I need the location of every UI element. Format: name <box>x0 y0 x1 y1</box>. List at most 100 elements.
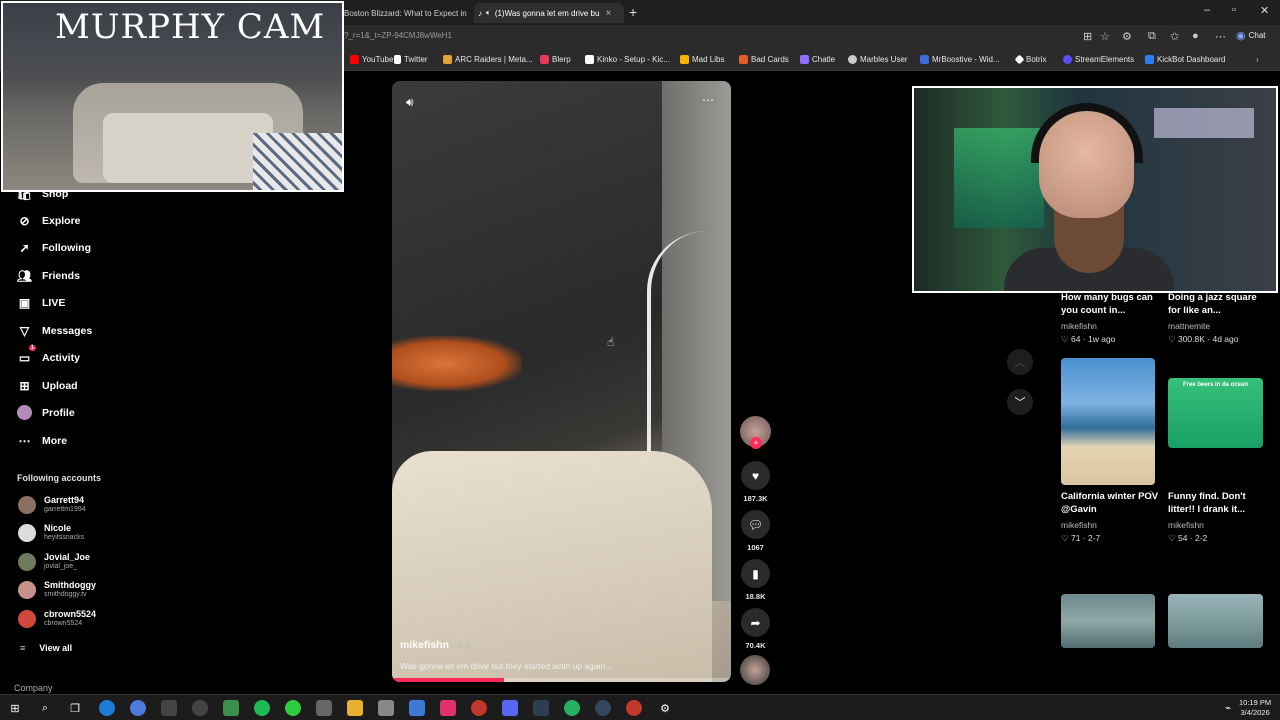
app-icon[interactable] <box>223 700 239 716</box>
app-icon[interactable] <box>626 700 642 716</box>
spotify-icon[interactable] <box>254 700 270 716</box>
folder-icon[interactable] <box>347 700 363 716</box>
bookmark-botrix[interactable]: Botrix <box>1014 54 1046 65</box>
bookmark-mrboostive[interactable]: MrBoostive - Wid... <box>920 55 1000 64</box>
recommendation-title[interactable]: Funny find. Don't litter!! I drank it... <box>1168 490 1268 516</box>
bookmark-arc-raiders[interactable]: ARC Raiders | Meta... <box>443 55 533 64</box>
profile-avatar-icon[interactable]: ● <box>1192 30 1199 42</box>
video-thumbnail-fishing[interactable] <box>1061 594 1155 648</box>
favorites-icon[interactable]: ✩ <box>1170 30 1179 43</box>
bookmarks-overflow-chevron-icon[interactable]: › <box>1256 55 1259 64</box>
extension-icon[interactable]: ⚙ <box>1122 30 1132 43</box>
video-thumbnail-ocean-beer[interactable]: Free beers in da ocean <box>1168 378 1263 448</box>
sidebar-item-more[interactable]: ⋯ More <box>17 433 68 448</box>
view-all-button[interactable]: ≡ View all <box>20 643 72 653</box>
following-account[interactable]: Jovial_Joe jovial_joe_ <box>18 552 90 571</box>
more-options-icon[interactable]: ⋯ <box>702 93 715 107</box>
video-player[interactable]: 🔊︎ ⋯ mikefishn · 2-2 Was gonna let em dr… <box>392 81 731 682</box>
speaker-tab-icon[interactable]: 🔈︎ <box>486 8 491 18</box>
sidebar-item-messages[interactable]: ▽ Messages <box>17 323 92 338</box>
following-account[interactable]: cbrown5524 cbrown5524 <box>18 609 96 628</box>
bookmark-kinko[interactable]: Kinko - Setup - Kic... <box>585 55 670 64</box>
bookmark-kickbot[interactable]: KickBot Dashboard <box>1145 55 1225 64</box>
network-icon[interactable]: ⌁ <box>1220 700 1236 716</box>
video-author[interactable]: mikefishn · 2-2 <box>400 639 470 651</box>
settings-gear-icon[interactable]: ⚙ <box>657 700 673 716</box>
volume-icon[interactable]: 🔊︎ <box>406 95 414 110</box>
app-icon[interactable] <box>285 700 301 716</box>
minimize-icon[interactable]: – <box>1204 4 1210 16</box>
recommendation-author[interactable]: mikefishn <box>1168 520 1204 530</box>
sidebar-item-activity[interactable]: ▭ 1 Activity <box>17 345 80 365</box>
collections-icon[interactable]: ⧉ <box>1148 30 1156 43</box>
following-account[interactable]: Garrett94 garrettm1994 <box>18 495 86 514</box>
bookmark-bad-cards[interactable]: Bad Cards <box>739 55 789 64</box>
following-account[interactable]: Nicole heyitssnacks <box>18 523 84 542</box>
sidebar-item-upload[interactable]: ⊞ Upload <box>17 378 77 393</box>
search-icon[interactable]: ⌕ <box>37 700 53 716</box>
tab-label: Boston Blizzard: What to Expect in <box>344 8 467 18</box>
save-button[interactable]: ▮ <box>741 559 770 588</box>
close-tab-icon[interactable]: × <box>605 8 611 19</box>
taskbar-clock[interactable]: 10:19 PM 3/4/2026 <box>1239 698 1271 718</box>
bookmark-blerp[interactable]: Blerp <box>540 55 571 64</box>
sidebar-item-friends[interactable]: 👥︎ Friends <box>17 268 80 283</box>
sidebar-item-live[interactable]: ▣ LIVE <box>17 295 66 310</box>
app-icon[interactable] <box>409 700 425 716</box>
music-disc-icon[interactable] <box>740 655 770 685</box>
webcam-headset <box>1031 103 1143 163</box>
bookmark-mad-libs[interactable]: Mad Libs <box>680 55 724 64</box>
bookmark-twitter[interactable]: Twitter <box>394 55 428 64</box>
app-icon[interactable] <box>192 700 208 716</box>
more-options-icon[interactable]: ⋮ <box>1146 291 1156 302</box>
sidebar-item-following[interactable]: ➚ Following <box>17 240 91 255</box>
edge-icon[interactable] <box>99 700 115 716</box>
sidebar-item-explore[interactable]: ⊘ Explore <box>17 213 80 228</box>
app-icon[interactable] <box>564 700 580 716</box>
app-icon[interactable] <box>595 700 611 716</box>
task-view-icon[interactable]: ❐ <box>67 700 83 716</box>
app-icon[interactable] <box>378 700 394 716</box>
app-icon[interactable] <box>161 700 177 716</box>
tab-boston-blizzard[interactable]: Boston Blizzard: What to Expect in × <box>340 3 472 23</box>
recommendation-author[interactable]: mikefishn <box>1061 520 1097 530</box>
next-video-button[interactable]: ﹀ <box>1007 389 1033 415</box>
share-button[interactable]: ➦ <box>741 608 770 637</box>
comment-button[interactable]: 💬︎ <box>741 510 770 539</box>
tab-tiktok-video[interactable]: ♪ 🔈︎ (1)Was gonna let em drive bu × <box>474 3 624 23</box>
bookmark-chatle[interactable]: Chatle <box>800 55 835 64</box>
sidebar-item-profile[interactable]: Profile <box>17 405 75 420</box>
video-thumbnail-fish-catch[interactable] <box>1168 594 1263 648</box>
new-tab-button[interactable]: + <box>629 4 637 20</box>
company-link[interactable]: Company <box>14 683 53 693</box>
recommendation-title[interactable]: California winter POV @Gavin <box>1061 490 1159 516</box>
like-button[interactable]: ♥ <box>741 461 770 490</box>
chrome-icon[interactable] <box>130 700 146 716</box>
app-icon[interactable] <box>316 700 332 716</box>
recommendation-title[interactable]: How many bugs can you count in... <box>1061 291 1159 317</box>
bookmark-youtube[interactable]: YouTube <box>350 55 393 64</box>
restore-icon[interactable]: ▫ <box>1232 4 1236 16</box>
windows-start-icon[interactable]: ⊞ <box>7 700 23 716</box>
app-icon[interactable] <box>471 700 487 716</box>
apps-icon[interactable]: ⊞ <box>1083 30 1092 43</box>
recommendation-author[interactable]: mattnemite <box>1168 321 1210 331</box>
menu-dots-icon[interactable]: ⋯ <box>1215 30 1226 43</box>
app-icon[interactable] <box>502 700 518 716</box>
recommendation-author[interactable]: mikefishn <box>1061 321 1097 331</box>
app-icon[interactable] <box>440 700 456 716</box>
video-thumbnail-beach[interactable] <box>1061 358 1155 485</box>
favorite-star-icon[interactable]: ☆ <box>1100 30 1110 43</box>
bookmark-marbles[interactable]: Marbles User <box>848 55 908 64</box>
recommendation-title[interactable]: Doing a jazz square for like an... <box>1168 291 1266 317</box>
previous-video-button[interactable]: ︿ <box>1007 349 1033 375</box>
copilot-chat-button[interactable]: ◉ Chat <box>1236 29 1266 42</box>
bookmark-streamelements[interactable]: StreamElements <box>1063 55 1134 64</box>
more-options-icon[interactable]: ⋮ <box>1146 490 1156 501</box>
app-icon[interactable] <box>533 700 549 716</box>
recommendation-stats: ♡ 300.8K · 4d ago <box>1168 334 1239 344</box>
url-field[interactable]: ?_r=1&_t=ZP-94CMJ8wWeH1 <box>344 31 452 40</box>
close-window-icon[interactable]: ✕ <box>1260 4 1269 17</box>
follow-plus-icon[interactable]: + <box>750 437 762 449</box>
following-account[interactable]: Smithdoggy smithdoggy.tv <box>18 580 96 599</box>
